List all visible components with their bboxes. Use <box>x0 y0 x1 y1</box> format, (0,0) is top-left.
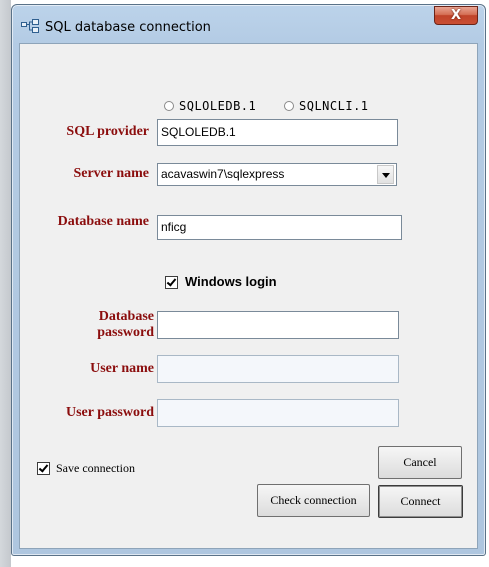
radio-icon[interactable] <box>284 101 294 111</box>
provider-radio-sqloledb[interactable]: SQLOLEDB.1 <box>164 99 256 113</box>
user-name-input[interactable] <box>157 355 399 383</box>
server-name-label: Server name <box>73 166 149 181</box>
title-bar[interactable]: SQL database connection X <box>12 5 485 43</box>
dialog-body: SQLOLEDB.1 SQLNCLI.1 SQL provider SQLOLE… <box>19 43 478 549</box>
database-connection-icon <box>21 19 39 33</box>
windows-login-label: Windows login <box>185 274 277 289</box>
provider-radio-sqloledb-label: SQLOLEDB.1 <box>179 99 257 113</box>
windows-login-checkbox[interactable] <box>165 276 178 289</box>
dialog-window: SQL database connection X SQLOLEDB.1 SQL… <box>11 4 486 556</box>
sql-provider-label: SQL provider <box>66 124 149 139</box>
database-password-label: Database password <box>40 309 154 341</box>
radio-icon[interactable] <box>164 101 174 111</box>
database-name-input[interactable]: nficg <box>157 215 402 240</box>
user-password-label: User password <box>65 405 154 420</box>
chevron-down-icon[interactable] <box>377 165 394 184</box>
provider-radio-sqlncli-label: SQLNCLI.1 <box>299 99 369 113</box>
database-password-label-line1: Database <box>98 309 154 324</box>
user-name-label: User name <box>90 361 154 376</box>
check-connection-button[interactable]: Check connection <box>257 484 370 517</box>
provider-radio-sqlncli[interactable]: SQLNCLI.1 <box>284 99 369 113</box>
user-password-input[interactable] <box>157 399 399 427</box>
server-name-value: acavaswin7\sqlexpress <box>161 167 285 181</box>
save-connection-checkbox[interactable] <box>37 462 50 475</box>
database-name-label: Database name <box>57 214 149 229</box>
window-title: SQL database connection <box>45 20 211 35</box>
database-password-label-line2: password <box>97 325 154 340</box>
close-button[interactable]: X <box>434 6 478 25</box>
background-strip <box>0 0 11 567</box>
server-name-dropdown[interactable]: acavaswin7\sqlexpress <box>157 163 397 186</box>
connect-button[interactable]: Connect <box>378 485 463 518</box>
sql-provider-input[interactable]: SQLOLEDB.1 <box>157 119 398 146</box>
database-password-input[interactable] <box>157 311 399 339</box>
cancel-button[interactable]: Cancel <box>378 446 462 479</box>
save-connection-label: Save connection <box>56 461 135 475</box>
